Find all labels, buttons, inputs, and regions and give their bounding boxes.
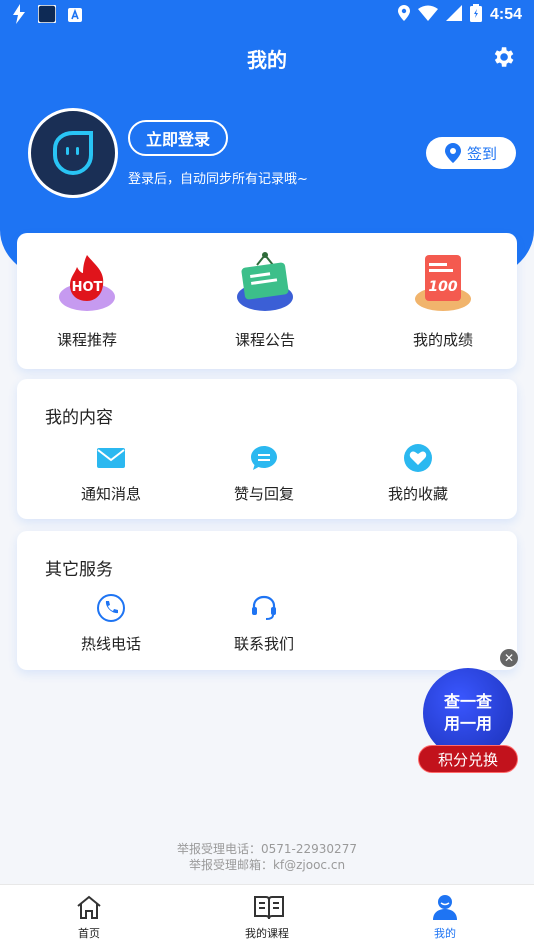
clock: 4:54 <box>489 6 522 23</box>
float-line2: 用一用 <box>443 714 492 733</box>
hot-badge: HOT <box>72 280 103 295</box>
service-item-label: 热线电话 <box>80 635 141 653</box>
tab-home[interactable]: 首页 <box>39 893 139 941</box>
phone-icon <box>96 593 126 623</box>
my-content-card: 我的内容 通知消息 赞与回复 我的收藏 <box>17 379 517 519</box>
status-bar: 4:54 <box>0 0 534 28</box>
login-tip: 登录后，自动同步所有记录哦~ <box>128 172 308 187</box>
service-item-hotline[interactable]: 热线电话 <box>51 593 171 654</box>
wifi-icon <box>417 5 438 25</box>
score-badge: 100 <box>428 279 457 295</box>
app-square-icon <box>37 4 57 27</box>
chat-bubble-icon <box>249 443 279 473</box>
mascot-face-icon <box>53 131 93 176</box>
open-book-icon <box>253 893 284 921</box>
content-item-likes-replies[interactable]: 赞与回复 <box>204 443 324 504</box>
content-item-notifications[interactable]: 通知消息 <box>51 443 171 504</box>
shortcut-my-grades[interactable]: 100 我的成绩 <box>373 251 513 350</box>
user-profile-icon <box>431 893 459 921</box>
content-item-label: 通知消息 <box>80 485 141 503</box>
checkin-label: 签到 <box>466 144 497 163</box>
tab-mine[interactable]: 我的 <box>395 893 495 941</box>
flash-icon <box>12 4 26 28</box>
login-button[interactable]: 立即登录 <box>128 120 229 156</box>
bottom-tabbar: 首页 我的课程 我的 <box>0 884 534 950</box>
tab-label: 我的课程 <box>245 927 289 940</box>
shortcut-label: 我的成绩 <box>412 331 473 349</box>
heart-icon <box>403 443 433 473</box>
envelope-icon <box>96 443 126 473</box>
avatar[interactable] <box>28 108 118 198</box>
app-a-icon <box>68 7 82 26</box>
service-item-label: 联系我们 <box>233 635 294 653</box>
float-line1: 查一查 <box>443 692 492 711</box>
battery-icon <box>469 4 482 26</box>
shortcut-label: 课程公告 <box>234 331 295 349</box>
signal-icon <box>445 5 462 25</box>
headset-icon <box>249 593 279 623</box>
report-phone: 举报受理电话：0571-22930277 <box>177 842 357 856</box>
section-title: 我的内容 <box>45 408 113 428</box>
location-pin-icon <box>444 143 461 163</box>
hot-flame-icon: HOT <box>55 251 119 315</box>
checkin-button[interactable]: 签到 <box>426 137 516 169</box>
tab-my-courses[interactable]: 我的课程 <box>217 893 317 941</box>
service-item-contact[interactable]: 联系我们 <box>204 593 324 654</box>
score-sheet-icon: 100 <box>411 251 475 315</box>
report-email: 举报受理邮箱：kf@zjooc.cn <box>188 858 346 872</box>
tab-label: 我的 <box>434 927 456 940</box>
float-close-icon[interactable]: ✕ <box>500 649 518 667</box>
points-redeem-button[interactable]: 积分兑换 <box>418 745 518 773</box>
page-title: 我的 <box>247 48 287 72</box>
shortcut-course-recommend[interactable]: HOT 课程推荐 <box>17 251 157 350</box>
gear-icon[interactable] <box>490 44 516 70</box>
section-title: 其它服务 <box>45 560 113 580</box>
location-icon <box>397 5 410 25</box>
tab-label: 首页 <box>78 927 100 940</box>
footer-info: 举报受理电话：0571-22930277 举报受理邮箱：kf@zjooc.cn <box>0 841 534 873</box>
other-services-card: 其它服务 热线电话 联系我们 <box>17 531 517 670</box>
shortcut-card: HOT 课程推荐 课程公告 100 我的成绩 <box>17 233 517 369</box>
shortcut-label: 课程推荐 <box>56 331 117 349</box>
content-item-label: 我的收藏 <box>387 485 448 503</box>
content-item-favorites[interactable]: 我的收藏 <box>358 443 478 504</box>
home-icon <box>75 893 103 921</box>
shortcut-course-notice[interactable]: 课程公告 <box>195 251 335 350</box>
content-item-label: 赞与回复 <box>233 485 294 503</box>
notice-board-icon <box>233 251 297 315</box>
